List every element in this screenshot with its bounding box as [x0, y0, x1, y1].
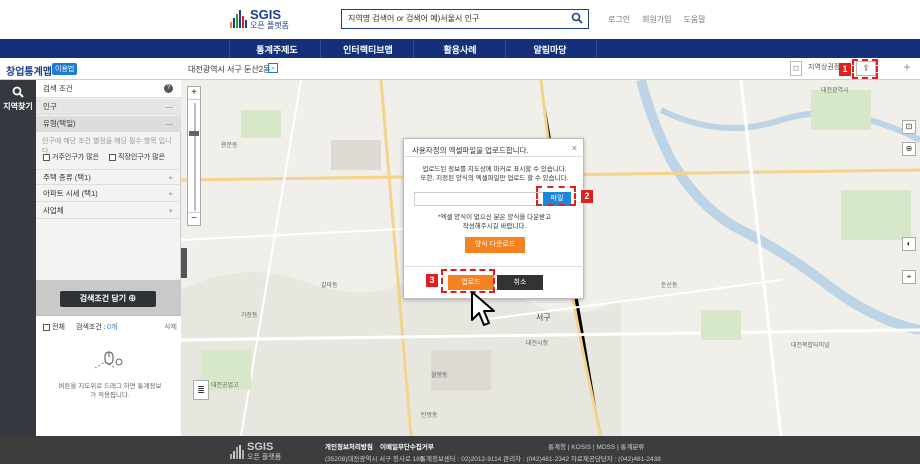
- footer: SGIS 오픈 플랫폼 개인정보처리방침 이메일무단수집거부 통계청 | KOS…: [0, 436, 920, 464]
- zoom-slider[interactable]: [194, 103, 196, 211]
- map-label: 서구: [536, 313, 551, 322]
- login-link[interactable]: 로그인: [608, 14, 630, 25]
- nav-notices[interactable]: 알림마당: [505, 43, 595, 56]
- map-tool-2[interactable]: ⊕: [902, 142, 916, 156]
- map-tool-1[interactable]: ⊡: [902, 120, 916, 134]
- drag-icon: [94, 351, 123, 369]
- callout-highlight-2: [536, 186, 576, 206]
- check-worker[interactable]: 직장인구가 많은: [109, 152, 165, 162]
- row-housing[interactable]: 주택 종류 (택1) +: [36, 169, 181, 185]
- email-policy-link[interactable]: 이메일무단수집거부: [380, 441, 434, 451]
- condition-panel: 검색 조건 ? 인구 — 유형(택일) — 인구에 해당 조건 별정을 해당 필수 …: [36, 80, 181, 436]
- add-tab-icon[interactable]: +: [898, 61, 916, 76]
- zoom-out-button[interactable]: −: [188, 212, 200, 225]
- privacy-link[interactable]: 개인정보처리방침: [325, 441, 373, 451]
- map-label: 월평동: [431, 373, 448, 379]
- map-label: 탄방동: [421, 413, 438, 419]
- cursor-icon: [471, 291, 495, 326]
- left-sidebar: 지역찾기: [0, 80, 36, 436]
- region-search-label[interactable]: 지역찾기: [0, 101, 36, 112]
- footer-logo: SGIS 오픈 플랫폼: [230, 442, 281, 461]
- page-title: 창업통계맵: [6, 67, 52, 78]
- callout-number-3: 3: [426, 274, 438, 287]
- select-all-check[interactable]: 전체: [43, 322, 65, 332]
- main-nav: 통계주제도 인터랙티브맵 활용사례 알림마당: [0, 39, 920, 58]
- logo-bars-icon: [230, 444, 244, 459]
- map-label: 대전시청: [526, 341, 549, 347]
- callout-highlight-1: [852, 59, 878, 79]
- condition-count: 0개: [107, 324, 118, 331]
- callout-number-2: 2: [581, 190, 593, 203]
- dialog-title: 사용자정의 엑셀파일을 업로드합니다.: [412, 146, 529, 155]
- logo-sub: 오픈 플랫폼: [250, 21, 290, 30]
- map-label: 대전공업고: [211, 383, 239, 389]
- area-toggle[interactable]: ◻: [790, 61, 802, 76]
- row-business[interactable]: 사업체 +: [36, 203, 181, 219]
- logo-main: SGIS: [250, 7, 282, 22]
- map-label: 가장동: [241, 313, 258, 319]
- cancel-button[interactable]: 취소: [497, 275, 543, 290]
- location-breadcrumb[interactable]: 대전광역시 서구 둔산2동: [188, 64, 271, 75]
- chevron-down-icon[interactable]: ⌄: [268, 63, 278, 73]
- delete-button[interactable]: 삭제: [164, 322, 177, 332]
- nav-theme-map[interactable]: 통계주제도: [232, 43, 322, 56]
- zoom-control: + −: [187, 86, 201, 226]
- search-box: [341, 9, 589, 29]
- help-icon[interactable]: ?: [164, 84, 173, 93]
- panel-title: 검색 조건 ?: [36, 80, 181, 98]
- top-header: SGIS 오픈 플랫폼 로그인 회원가입 도움말: [0, 0, 920, 39]
- panel-collapse-handle[interactable]: [181, 248, 187, 278]
- template-note: *엑셀 양식이 없으신 분은 양식을 다운받고 작성해주시길 바랍니다.: [437, 214, 552, 230]
- apply-condition-button[interactable]: 검색조건 담기 ⊕: [60, 291, 156, 307]
- map-label: 대전광역시: [821, 88, 849, 94]
- footer-address: (35208)대전광역시 서구 청사로 189: [325, 456, 424, 463]
- footer-links[interactable]: 통계청 | KOSIS | MDSS | 통계분류: [548, 441, 644, 451]
- sub-header: 창업통계맵 이용법 대전광역시 서구 둔산2동 ⌄ ◻ 지역상권정보 ⇪ +: [0, 58, 920, 80]
- search-input[interactable]: [342, 10, 567, 27]
- map-label: 용문동: [221, 143, 238, 149]
- zoom-in-button[interactable]: +: [188, 87, 200, 100]
- logo-bars-icon: [230, 10, 247, 28]
- file-path-input[interactable]: [414, 192, 544, 206]
- sgis-logo[interactable]: SGIS 오픈 플랫폼: [230, 8, 289, 30]
- callout-number-1: 1: [839, 63, 851, 76]
- section-type[interactable]: 유형(택일) —: [36, 116, 181, 132]
- map-tool-3[interactable]: ◐: [902, 237, 916, 251]
- row-apartment[interactable]: 아파트 시세 (택1) +: [36, 186, 181, 202]
- map-label: 갈마동: [321, 283, 338, 289]
- template-download-button[interactable]: 양식 다운로드: [465, 237, 525, 253]
- condition-list: 전체 검색조건 : 0개 삭제 버튼을 지도위로 드래그 하면 통계정보가 적용…: [36, 315, 181, 436]
- legend-icon[interactable]: ≣: [193, 380, 209, 400]
- dialog-description: 업로드된 정보를 지도상에 마커로 표시할 수 있습니다. 또한, 지정된 양식…: [420, 166, 569, 182]
- check-resident[interactable]: 거주인구가 많은: [43, 152, 99, 162]
- zoom-slider-handle[interactable]: [189, 131, 199, 136]
- nav-interactive-map[interactable]: 인터랙티브맵: [323, 43, 413, 56]
- signup-link[interactable]: 회원가입: [642, 14, 671, 25]
- close-icon[interactable]: ×: [572, 143, 577, 153]
- usage-badge[interactable]: 이용법: [52, 63, 78, 75]
- search-icon[interactable]: [571, 12, 583, 24]
- map-label: 대전복합터미널: [791, 343, 830, 349]
- map-label: 둔산동: [661, 283, 678, 289]
- search-icon[interactable]: [12, 86, 24, 98]
- drag-hint: 버튼을 지도위로 드래그 하면 통계정보가 적용됩니다.: [58, 383, 162, 399]
- section-population[interactable]: 인구 —: [36, 99, 181, 115]
- condition-label: 검색조건 :: [76, 324, 106, 331]
- footer-phone: 통계정보센터 : 02)2012-9114 관리자 : (042)481-234…: [420, 456, 661, 463]
- map-tool-4[interactable]: ⌖: [902, 270, 916, 284]
- nav-use-cases[interactable]: 활용사례: [415, 43, 505, 56]
- help-link[interactable]: 도움말: [684, 14, 706, 25]
